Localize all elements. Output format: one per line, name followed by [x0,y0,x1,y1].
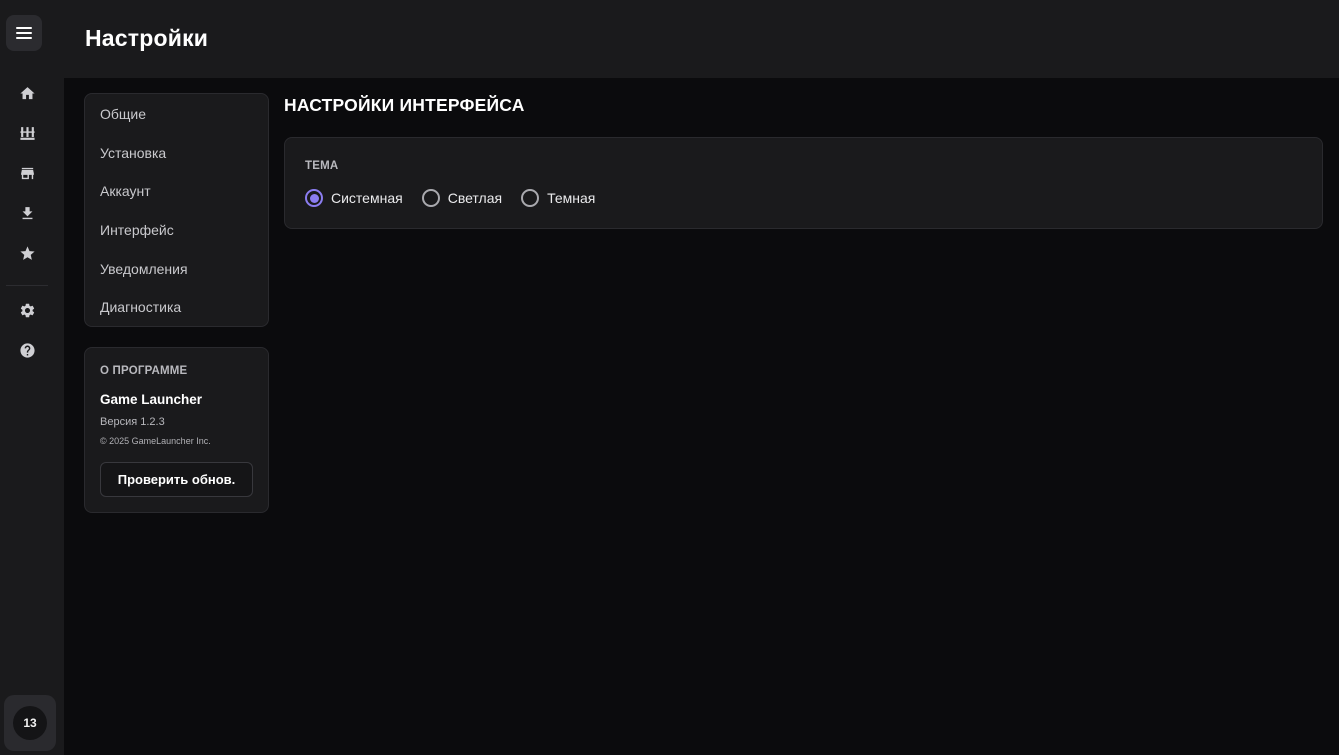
download-icon [22,206,32,219]
settings-nav: Общие Установка Аккаунт Интерфейс Уведом… [84,93,269,327]
theme-radio-light[interactable]: Светлая [421,189,503,207]
rail-item-store[interactable] [0,157,54,189]
section-title: НАСТРОЙКИ ИНТЕРФЕЙСА [284,95,525,115]
avatar: 13 [13,706,47,740]
settings-nav-item-interface[interactable]: Интерфейс [85,211,268,250]
rail-item-favorites[interactable] [0,237,54,269]
theme-radio-dark[interactable]: Темная [521,189,595,207]
app-window: 13 Настройки Общие Установка Аккаунт Инт… [0,0,1339,755]
store-icon [20,167,34,179]
help-icon [19,342,35,358]
gear-icon [20,303,34,317]
settings-nav-item-notifications[interactable]: Уведомления [85,249,268,288]
check-updates-button[interactable]: Проверить обнов. [100,462,253,497]
rail-item-downloads[interactable] [0,197,54,229]
theme-card: ТЕМА Системная Светлая Темная [284,137,1323,229]
rail-item-help[interactable] [0,334,54,366]
rail-item-settings[interactable] [0,294,54,326]
settings-nav-item-account[interactable]: Аккаунт [85,172,268,211]
about-app-name: Game Launcher [100,392,203,407]
page-header: Настройки [64,0,1339,78]
rail-divider [6,285,48,286]
rail-item-library[interactable] [0,117,54,149]
theme-radio-system[interactable]: Системная [305,189,403,207]
settings-nav-item-general[interactable]: Общие [85,95,268,134]
hamburger-icon [16,27,32,39]
left-rail: 13 [0,0,64,755]
settings-nav-item-diagnostics[interactable]: Диагностика [85,288,268,327]
radio-label: Темная [547,190,596,206]
home-icon [19,86,35,99]
theme-radio-group: Системная Светлая Темная [305,189,614,207]
radio-unchecked-icon [521,189,540,207]
rail-item-home[interactable] [0,77,54,109]
star-icon [19,245,35,260]
profile-button[interactable]: 13 [4,695,56,751]
page-title: Настройки [85,25,209,51]
theme-label: ТЕМА [305,160,339,172]
radio-unchecked-icon [421,189,440,207]
about-heading: О ПРОГРАММЕ [100,365,188,377]
radio-checked-icon [305,189,323,207]
library-icon [19,126,35,140]
about-card: О ПРОГРАММЕ Game Launcher Версия 1.2.3 ©… [84,347,269,513]
radio-label: Светлая [447,190,503,206]
about-version: Версия 1.2.3 [100,416,165,428]
menu-toggle-button[interactable] [6,15,42,51]
about-copyright: © 2025 GameLauncher Inc. [100,436,211,446]
settings-nav-item-installation[interactable]: Установка [85,134,268,173]
radio-label: Системная [331,190,403,206]
